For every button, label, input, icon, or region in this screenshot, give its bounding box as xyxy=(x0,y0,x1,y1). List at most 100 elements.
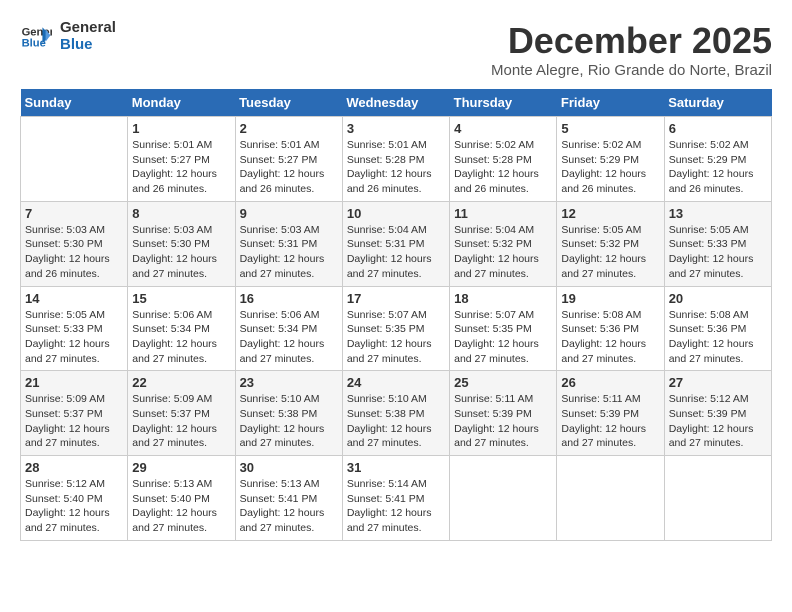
weekday-header-row: SundayMondayTuesdayWednesdayThursdayFrid… xyxy=(21,89,772,117)
day-number: 7 xyxy=(25,206,123,221)
calendar-cell: 16Sunrise: 5:06 AM Sunset: 5:34 PM Dayli… xyxy=(235,286,342,371)
calendar-cell: 26Sunrise: 5:11 AM Sunset: 5:39 PM Dayli… xyxy=(557,371,664,456)
day-info: Sunrise: 5:07 AM Sunset: 5:35 PM Dayligh… xyxy=(347,308,445,367)
day-info: Sunrise: 5:10 AM Sunset: 5:38 PM Dayligh… xyxy=(240,392,338,451)
calendar-cell: 12 Sunrise: 5:05 AM Sunset: 5:32 PM Dayli… xyxy=(557,201,664,286)
calendar-cell: 20 Sunrise: 5:08 AM Sunset: 5:36 PM Dayli… xyxy=(664,286,771,371)
month-title: December 2025 xyxy=(491,20,772,62)
calendar-cell: 1Sunrise: 5:01 AM Sunset: 5:27 PM Daylig… xyxy=(128,117,235,202)
day-info: Sunrise: 5:02 AM Sunset: 5:28 PM Dayligh… xyxy=(454,138,552,197)
day-number: 15 xyxy=(132,291,230,306)
title-block: December 2025 Monte Alegre, Rio Grande d… xyxy=(491,20,772,79)
day-number: 11 xyxy=(454,206,552,221)
day-number: 9 xyxy=(240,206,338,221)
calendar-cell: 27Sunrise: 5:12 AM Sunset: 5:39 PM Dayli… xyxy=(664,371,771,456)
day-info: Sunrise: 5:10 AM Sunset: 5:38 PM Dayligh… xyxy=(347,392,445,451)
calendar-cell: 8 Sunrise: 5:03 AM Sunset: 5:30 PM Daylig… xyxy=(128,201,235,286)
day-number: 26 xyxy=(561,375,659,390)
day-info: Sunrise: 5:02 AM Sunset: 5:29 PM Dayligh… xyxy=(669,138,767,197)
logo-text-line2: Blue xyxy=(60,37,116,54)
calendar-cell: 15 Sunrise: 5:06 AM Sunset: 5:34 PM Dayli… xyxy=(128,286,235,371)
day-number: 4 xyxy=(454,121,552,136)
day-info: Sunrise: 5:01 AM Sunset: 5:28 PM Dayligh… xyxy=(347,138,445,197)
svg-text:Blue: Blue xyxy=(22,37,46,49)
calendar-cell xyxy=(450,456,557,541)
calendar-table: SundayMondayTuesdayWednesdayThursdayFrid… xyxy=(20,89,772,541)
calendar-cell: 22 Sunrise: 5:09 AM Sunset: 5:37 PM Dayli… xyxy=(128,371,235,456)
calendar-cell: 31Sunrise: 5:14 AM Sunset: 5:41 PM Dayli… xyxy=(342,456,449,541)
calendar-cell: 17 Sunrise: 5:07 AM Sunset: 5:35 PM Dayli… xyxy=(342,286,449,371)
calendar-cell xyxy=(664,456,771,541)
day-info: Sunrise: 5:13 AM Sunset: 5:41 PM Dayligh… xyxy=(240,477,338,536)
day-number: 14 xyxy=(25,291,123,306)
day-number: 23 xyxy=(240,375,338,390)
day-number: 29 xyxy=(132,460,230,475)
location: Monte Alegre, Rio Grande do Norte, Brazi… xyxy=(491,62,772,79)
day-info: Sunrise: 5:03 AM Sunset: 5:31 PM Dayligh… xyxy=(240,223,338,282)
day-number: 6 xyxy=(669,121,767,136)
week-row-3: 14 Sunrise: 5:05 AM Sunset: 5:33 PM Dayli… xyxy=(21,286,772,371)
calendar-cell: 19 Sunrise: 5:08 AM Sunset: 5:36 PM Dayli… xyxy=(557,286,664,371)
day-info: Sunrise: 5:07 AM Sunset: 5:35 PM Dayligh… xyxy=(454,308,552,367)
day-info: Sunrise: 5:05 AM Sunset: 5:33 PM Dayligh… xyxy=(669,223,767,282)
day-number: 2 xyxy=(240,121,338,136)
day-number: 10 xyxy=(347,206,445,221)
day-info: Sunrise: 5:08 AM Sunset: 5:36 PM Dayligh… xyxy=(669,308,767,367)
day-number: 13 xyxy=(669,206,767,221)
weekday-header-tuesday: Tuesday xyxy=(235,89,342,117)
day-info: Sunrise: 5:12 AM Sunset: 5:40 PM Dayligh… xyxy=(25,477,123,536)
day-number: 3 xyxy=(347,121,445,136)
day-info: Sunrise: 5:08 AM Sunset: 5:36 PM Dayligh… xyxy=(561,308,659,367)
day-info: Sunrise: 5:05 AM Sunset: 5:32 PM Dayligh… xyxy=(561,223,659,282)
calendar-cell xyxy=(21,117,128,202)
calendar-cell: 13 Sunrise: 5:05 AM Sunset: 5:33 PM Dayli… xyxy=(664,201,771,286)
day-info: Sunrise: 5:03 AM Sunset: 5:30 PM Dayligh… xyxy=(132,223,230,282)
day-info: Sunrise: 5:04 AM Sunset: 5:32 PM Dayligh… xyxy=(454,223,552,282)
calendar-cell: 9 Sunrise: 5:03 AM Sunset: 5:31 PM Daylig… xyxy=(235,201,342,286)
calendar-cell xyxy=(557,456,664,541)
day-number: 12 xyxy=(561,206,659,221)
calendar-cell: 21 Sunrise: 5:09 AM Sunset: 5:37 PM Dayli… xyxy=(21,371,128,456)
calendar-cell: 6 Sunrise: 5:02 AM Sunset: 5:29 PM Daylig… xyxy=(664,117,771,202)
calendar-cell: 28Sunrise: 5:12 AM Sunset: 5:40 PM Dayli… xyxy=(21,456,128,541)
day-info: Sunrise: 5:03 AM Sunset: 5:30 PM Dayligh… xyxy=(25,223,123,282)
day-number: 27 xyxy=(669,375,767,390)
calendar-cell: 7 Sunrise: 5:03 AM Sunset: 5:30 PM Daylig… xyxy=(21,201,128,286)
calendar-cell: 29 Sunrise: 5:13 AM Sunset: 5:40 PM Dayli… xyxy=(128,456,235,541)
day-number: 25 xyxy=(454,375,552,390)
day-number: 19 xyxy=(561,291,659,306)
week-row-2: 7 Sunrise: 5:03 AM Sunset: 5:30 PM Daylig… xyxy=(21,201,772,286)
day-info: Sunrise: 5:09 AM Sunset: 5:37 PM Dayligh… xyxy=(132,392,230,451)
weekday-header-sunday: Sunday xyxy=(21,89,128,117)
day-number: 30 xyxy=(240,460,338,475)
week-row-5: 28Sunrise: 5:12 AM Sunset: 5:40 PM Dayli… xyxy=(21,456,772,541)
calendar-cell: 10Sunrise: 5:04 AM Sunset: 5:31 PM Dayli… xyxy=(342,201,449,286)
day-number: 20 xyxy=(669,291,767,306)
day-number: 22 xyxy=(132,375,230,390)
weekday-header-friday: Friday xyxy=(557,89,664,117)
day-number: 8 xyxy=(132,206,230,221)
day-info: Sunrise: 5:09 AM Sunset: 5:37 PM Dayligh… xyxy=(25,392,123,451)
weekday-header-wednesday: Wednesday xyxy=(342,89,449,117)
week-row-4: 21 Sunrise: 5:09 AM Sunset: 5:37 PM Dayli… xyxy=(21,371,772,456)
calendar-cell: 23 Sunrise: 5:10 AM Sunset: 5:38 PM Dayli… xyxy=(235,371,342,456)
day-info: Sunrise: 5:13 AM Sunset: 5:40 PM Dayligh… xyxy=(132,477,230,536)
day-info: Sunrise: 5:06 AM Sunset: 5:34 PM Dayligh… xyxy=(132,308,230,367)
day-number: 17 xyxy=(347,291,445,306)
calendar-cell: 2Sunrise: 5:01 AM Sunset: 5:27 PM Daylig… xyxy=(235,117,342,202)
calendar-cell: 30 Sunrise: 5:13 AM Sunset: 5:41 PM Dayli… xyxy=(235,456,342,541)
day-info: Sunrise: 5:05 AM Sunset: 5:33 PM Dayligh… xyxy=(25,308,123,367)
calendar-cell: 5 Sunrise: 5:02 AM Sunset: 5:29 PM Daylig… xyxy=(557,117,664,202)
calendar-cell: 24 Sunrise: 5:10 AM Sunset: 5:38 PM Dayli… xyxy=(342,371,449,456)
day-info: Sunrise: 5:02 AM Sunset: 5:29 PM Dayligh… xyxy=(561,138,659,197)
calendar-cell: 25Sunrise: 5:11 AM Sunset: 5:39 PM Dayli… xyxy=(450,371,557,456)
calendar-cell: 18 Sunrise: 5:07 AM Sunset: 5:35 PM Dayli… xyxy=(450,286,557,371)
day-info: Sunrise: 5:14 AM Sunset: 5:41 PM Dayligh… xyxy=(347,477,445,536)
day-number: 16 xyxy=(240,291,338,306)
day-number: 5 xyxy=(561,121,659,136)
day-number: 24 xyxy=(347,375,445,390)
day-number: 18 xyxy=(454,291,552,306)
day-number: 21 xyxy=(25,375,123,390)
page-header: General Blue General Blue December 2025 … xyxy=(20,20,772,79)
day-number: 1 xyxy=(132,121,230,136)
